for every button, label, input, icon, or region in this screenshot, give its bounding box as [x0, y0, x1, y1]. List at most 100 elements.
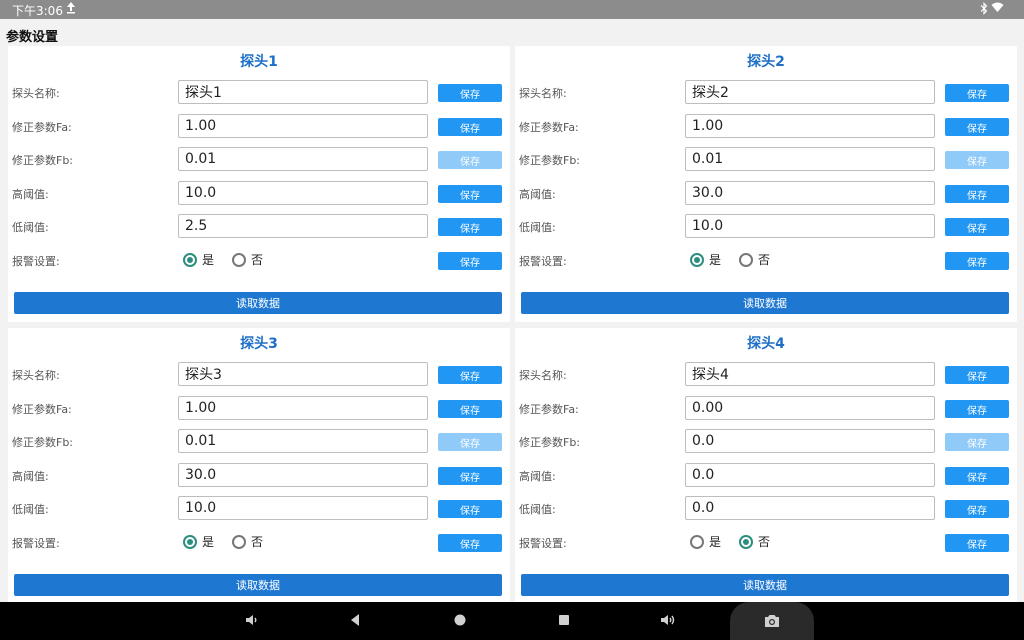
- save-fa-button[interactable]: 保存: [945, 400, 1009, 418]
- wifi-icon: [991, 1, 1004, 17]
- row-alarm: 报警设置: 是 否 保存: [8, 530, 510, 556]
- label-fb: 修正参数Fb:: [12, 154, 74, 167]
- label-low: 低阈值:: [12, 221, 49, 234]
- read-data-button[interactable]: 读取数据: [521, 292, 1009, 314]
- upload-icon: [66, 1, 76, 17]
- save-low-button[interactable]: 保存: [945, 500, 1009, 518]
- name-input[interactable]: [178, 80, 428, 104]
- row-high: 高阈值: 保存: [8, 463, 510, 489]
- fb-input[interactable]: [685, 429, 935, 453]
- fb-input[interactable]: [178, 147, 428, 171]
- fa-input[interactable]: [178, 114, 428, 138]
- radio-circle: [690, 534, 704, 549]
- name-input[interactable]: [178, 362, 428, 386]
- high-input[interactable]: [685, 463, 935, 487]
- navigation-bar: [0, 602, 1024, 640]
- probe-panel-3: 探头3 探头名称: 保存 修正参数Fa: 保存 修正参数Fb: 保存 高阈值: …: [8, 328, 510, 604]
- fa-input[interactable]: [178, 396, 428, 420]
- alarm-no-radio[interactable]: 否: [739, 251, 770, 268]
- probe-panel-2: 探头2 探头名称: 保存 修正参数Fa: 保存 修正参数Fb: 保存 高阈值: …: [515, 46, 1017, 322]
- fa-input[interactable]: [685, 396, 935, 420]
- low-input[interactable]: [685, 496, 935, 520]
- radio-label-no: 否: [758, 535, 771, 549]
- low-input[interactable]: [178, 496, 428, 520]
- save-fa-button[interactable]: 保存: [945, 118, 1009, 136]
- read-data-button[interactable]: 读取数据: [521, 574, 1009, 596]
- alarm-yes-radio[interactable]: 是: [183, 251, 214, 268]
- save-fb-button[interactable]: 保存: [945, 151, 1009, 169]
- alarm-yes-radio[interactable]: 是: [690, 533, 721, 550]
- save-high-button[interactable]: 保存: [438, 467, 502, 485]
- save-alarm-button[interactable]: 保存: [945, 534, 1009, 552]
- radio-circle: [232, 252, 246, 267]
- row-high: 高阈值: 保存: [8, 181, 510, 207]
- save-fb-button[interactable]: 保存: [438, 151, 502, 169]
- save-fa-button[interactable]: 保存: [438, 118, 502, 136]
- probe-title: 探头3: [240, 336, 278, 352]
- fb-input[interactable]: [685, 147, 935, 171]
- alarm-no-radio[interactable]: 否: [739, 533, 770, 550]
- home-icon[interactable]: [448, 612, 472, 632]
- row-alarm: 报警设置: 是 否 保存: [8, 248, 510, 274]
- row-low: 低阈值: 保存: [8, 496, 510, 522]
- status-bar: 下午3:06: [0, 0, 1024, 19]
- save-alarm-button[interactable]: 保存: [945, 252, 1009, 270]
- save-fa-button[interactable]: 保存: [438, 400, 502, 418]
- label-low: 低阈值:: [519, 221, 556, 234]
- row-low: 低阈值: 保存: [8, 214, 510, 240]
- name-input[interactable]: [685, 362, 935, 386]
- label-high: 高阈值:: [12, 470, 49, 483]
- alarm-no-radio[interactable]: 否: [232, 251, 263, 268]
- row-fa: 修正参数Fa: 保存: [8, 396, 510, 422]
- recents-icon[interactable]: [552, 612, 576, 632]
- volume-down-icon[interactable]: [240, 612, 264, 632]
- label-alarm: 报警设置:: [12, 255, 60, 268]
- save-low-button[interactable]: 保存: [945, 218, 1009, 236]
- name-input[interactable]: [685, 80, 935, 104]
- label-fa: 修正参数Fa:: [519, 403, 579, 416]
- high-input[interactable]: [685, 181, 935, 205]
- save-alarm-button[interactable]: 保存: [438, 534, 502, 552]
- probe-title: 探头1: [240, 54, 278, 70]
- save-alarm-button[interactable]: 保存: [438, 252, 502, 270]
- row-fb: 修正参数Fb: 保存: [515, 147, 1017, 173]
- save-low-button[interactable]: 保存: [438, 218, 502, 236]
- label-alarm: 报警设置:: [12, 537, 60, 550]
- row-low: 低阈值: 保存: [515, 214, 1017, 240]
- volume-up-icon[interactable]: [656, 612, 680, 632]
- high-input[interactable]: [178, 181, 428, 205]
- save-high-button[interactable]: 保存: [945, 185, 1009, 203]
- label-low: 低阈值:: [12, 503, 49, 516]
- radio-circle: [690, 252, 704, 267]
- fb-input[interactable]: [178, 429, 428, 453]
- save-high-button[interactable]: 保存: [438, 185, 502, 203]
- save-fb-button[interactable]: 保存: [438, 433, 502, 451]
- save-high-button[interactable]: 保存: [945, 467, 1009, 485]
- low-input[interactable]: [178, 214, 428, 238]
- high-input[interactable]: [178, 463, 428, 487]
- radio-label-no: 否: [251, 535, 264, 549]
- back-icon[interactable]: [343, 612, 367, 632]
- row-name: 探头名称: 保存: [8, 362, 510, 388]
- save-name-button[interactable]: 保存: [945, 84, 1009, 102]
- label-fb: 修正参数Fb:: [12, 436, 74, 449]
- read-data-button[interactable]: 读取数据: [14, 292, 502, 314]
- save-name-button[interactable]: 保存: [438, 366, 502, 384]
- save-name-button[interactable]: 保存: [945, 366, 1009, 384]
- read-data-button[interactable]: 读取数据: [14, 574, 502, 596]
- label-low: 低阈值:: [519, 503, 556, 516]
- label-name: 探头名称:: [12, 87, 60, 100]
- save-low-button[interactable]: 保存: [438, 500, 502, 518]
- radio-label-yes: 是: [709, 535, 722, 549]
- fa-input[interactable]: [685, 114, 935, 138]
- camera-button[interactable]: [730, 602, 814, 640]
- save-fb-button[interactable]: 保存: [945, 433, 1009, 451]
- radio-circle: [739, 252, 753, 267]
- save-name-button[interactable]: 保存: [438, 84, 502, 102]
- alarm-yes-radio[interactable]: 是: [690, 251, 721, 268]
- label-fa: 修正参数Fa:: [12, 403, 72, 416]
- alarm-no-radio[interactable]: 否: [232, 533, 263, 550]
- low-input[interactable]: [685, 214, 935, 238]
- row-high: 高阈值: 保存: [515, 463, 1017, 489]
- alarm-yes-radio[interactable]: 是: [183, 533, 214, 550]
